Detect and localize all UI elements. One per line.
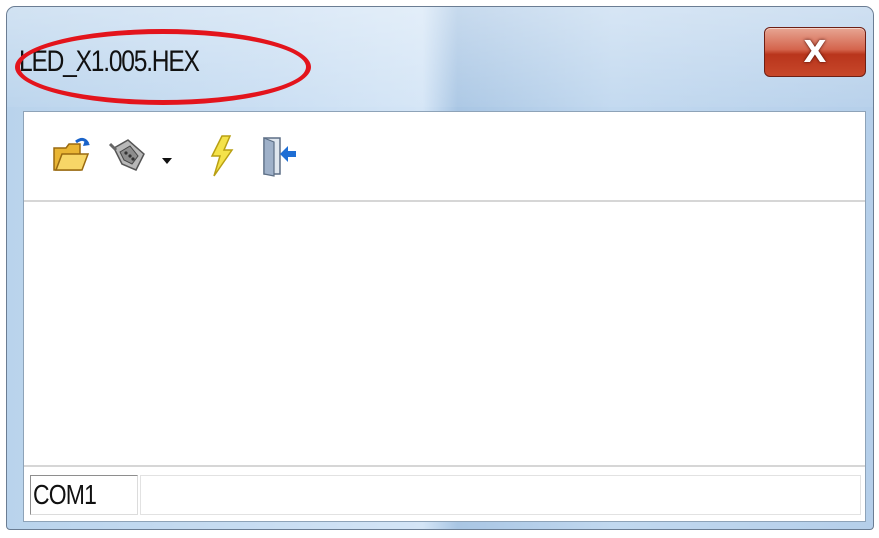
close-icon: X (803, 34, 827, 70)
lightning-flash-icon (210, 135, 234, 177)
port-label: COM1 (33, 479, 97, 510)
close-button[interactable]: X (764, 27, 866, 77)
open-folder-button[interactable] (50, 134, 94, 178)
port-status-panel: COM1 (30, 475, 138, 515)
status-bar: COM1 (24, 465, 865, 521)
serial-port-connector-icon (108, 139, 145, 171)
app-window: LED_X1.005.HEX X COM1 (6, 6, 874, 530)
content-area (24, 202, 865, 465)
connect-button[interactable] (106, 134, 150, 178)
program-button[interactable] (200, 134, 244, 178)
connect-dropdown[interactable] (158, 134, 176, 178)
status-panel-empty (140, 475, 861, 515)
exit-door-icon (263, 137, 296, 177)
client-area: COM1 (23, 111, 866, 522)
window-title: LED_X1.005.HEX (19, 45, 200, 78)
open-folder-icon (53, 137, 90, 171)
dropdown-arrow-icon (162, 158, 172, 164)
exit-button[interactable] (258, 134, 302, 178)
toolbar (24, 112, 865, 202)
